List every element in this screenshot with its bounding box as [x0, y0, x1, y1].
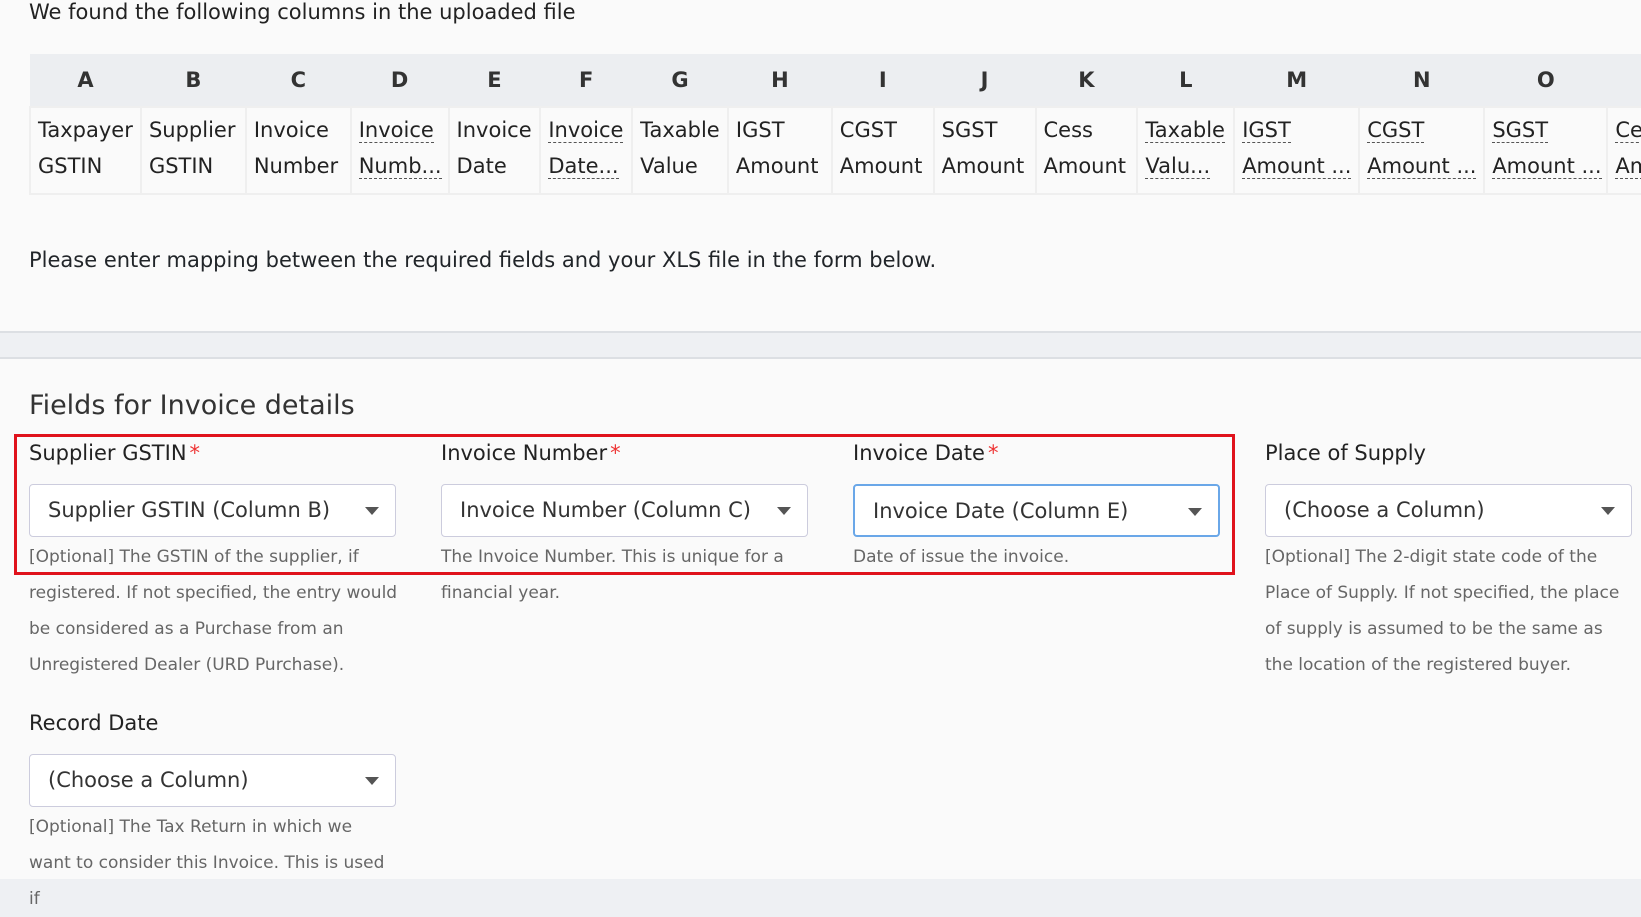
columns-card: We found the following columns in the up… — [0, 0, 1641, 333]
column-name-line2: Amount ... — [1367, 154, 1477, 179]
place-of-supply-help: [Optional] The 2-digit state code of the… — [1265, 547, 1620, 675]
column-name-line2: Amount ... — [1492, 154, 1602, 179]
column-letter: E — [448, 54, 541, 107]
column-name-line2: Numb... — [358, 154, 442, 179]
column-letter: J — [933, 54, 1036, 107]
column-name-line2: Amount — [941, 154, 1025, 178]
column-name-line2: Number — [253, 154, 339, 178]
column-letter: B — [140, 54, 246, 107]
column-letter: K — [1035, 54, 1138, 107]
column-header-cell[interactable]: Cess Amount — [1606, 106, 1641, 195]
column-name-line2: Amount — [1615, 154, 1641, 179]
column-name-line1: CGST — [1367, 118, 1425, 143]
column-name-line2: Date — [456, 154, 507, 178]
intro-text: We found the following columns in the up… — [29, 0, 576, 24]
column-header-cell[interactable]: SGST Amount ... — [1483, 106, 1609, 195]
column-letter: O — [1484, 54, 1608, 107]
chevron-down-icon — [365, 777, 379, 785]
column-name-line1: Taxable — [1145, 118, 1225, 143]
column-name-line2: GSTIN — [38, 154, 103, 178]
column-header-cell: IGST Amount — [726, 106, 833, 195]
column-letter: H — [727, 54, 832, 107]
column-name-line2: GSTIN — [148, 154, 214, 178]
record-date-help: [Optional] The Tax Return in which we wa… — [29, 817, 385, 909]
selected-value: (Choose a Column) — [1284, 498, 1485, 522]
column-letter: G — [632, 54, 728, 107]
column-name-line1: Invoice — [456, 118, 532, 142]
column-header-cell[interactable]: Invoice Date... — [539, 106, 634, 195]
column-header-cell: Taxable Value — [631, 106, 729, 195]
column-header-cell: CGST Amount — [830, 106, 935, 195]
record-date-label: Record Date — [29, 711, 158, 735]
column-name-line1: Cess — [1615, 118, 1641, 143]
column-header-cell: SGST Amount — [932, 106, 1037, 195]
column-name-line1: CGST — [839, 118, 897, 142]
column-header-cell[interactable]: CGST Amount ... — [1358, 106, 1486, 195]
column-name-line1: Taxable — [640, 118, 720, 142]
column-name-line1: SGST — [941, 118, 998, 142]
label-text: Record Date — [29, 711, 159, 735]
column-letter: M — [1234, 54, 1360, 107]
column-letter: C — [245, 54, 351, 107]
column-letter: L — [1137, 54, 1235, 107]
column-header-cell[interactable]: Invoice Numb... — [349, 106, 450, 195]
column-name-line1: Taxpayer — [38, 118, 133, 142]
column-name-line2: Valu... — [1145, 154, 1211, 179]
section-title: Fields for Invoice details — [29, 390, 355, 421]
column-name-line1: Invoice — [253, 118, 329, 142]
place-of-supply-label: Place of Supply — [1265, 441, 1426, 465]
column-letter: I — [831, 54, 934, 107]
mapping-instructions: Please enter mapping between the require… — [29, 248, 937, 272]
place-of-supply-select[interactable]: (Choose a Column) — [1265, 484, 1632, 537]
column-name-line1: Cess — [1043, 118, 1093, 142]
column-name-line2: Amount ... — [1242, 154, 1352, 179]
record-date-select[interactable]: (Choose a Column) — [29, 754, 396, 807]
column-name-line1: Invoice — [358, 118, 434, 143]
label-text: Place of Supply — [1265, 441, 1426, 465]
column-header-cell[interactable]: Taxable Valu... — [1136, 106, 1236, 195]
column-header-cell: Supplier GSTIN — [139, 106, 247, 195]
chevron-down-icon — [1601, 507, 1615, 515]
column-name-line1: Supplier — [148, 118, 236, 142]
column-name-line2: Amount — [735, 154, 819, 178]
column-letter: F — [540, 54, 633, 107]
column-header-cell: Invoice Date — [447, 106, 542, 195]
columns-table: ABCDEFGHIJKLMNO Taxpayer GSTIN Supplier GST… — [29, 54, 1641, 195]
column-name-line1: IGST — [735, 118, 785, 142]
column-letter: N — [1359, 54, 1485, 107]
column-name-line2: Amount — [1043, 154, 1127, 178]
column-letter — [1607, 54, 1641, 107]
column-header-cell: Taxpayer GSTIN — [29, 106, 142, 195]
column-header-cell[interactable]: IGST Amount ... — [1233, 106, 1361, 195]
selected-value: (Choose a Column) — [48, 768, 249, 792]
column-letter: D — [350, 54, 449, 107]
column-name-line1: IGST — [1242, 118, 1291, 143]
column-name-line1: SGST — [1492, 118, 1549, 143]
column-name-line2: Value — [640, 154, 698, 178]
highlight-box — [14, 434, 1235, 575]
column-name-line1: Invoice — [548, 118, 624, 143]
column-header-cell: Cess Amount — [1034, 106, 1139, 195]
column-name-line2: Date... — [548, 154, 619, 179]
column-header-cell: Invoice Number — [244, 106, 352, 195]
column-name-line2: Amount — [839, 154, 923, 178]
column-letter: A — [30, 54, 141, 107]
